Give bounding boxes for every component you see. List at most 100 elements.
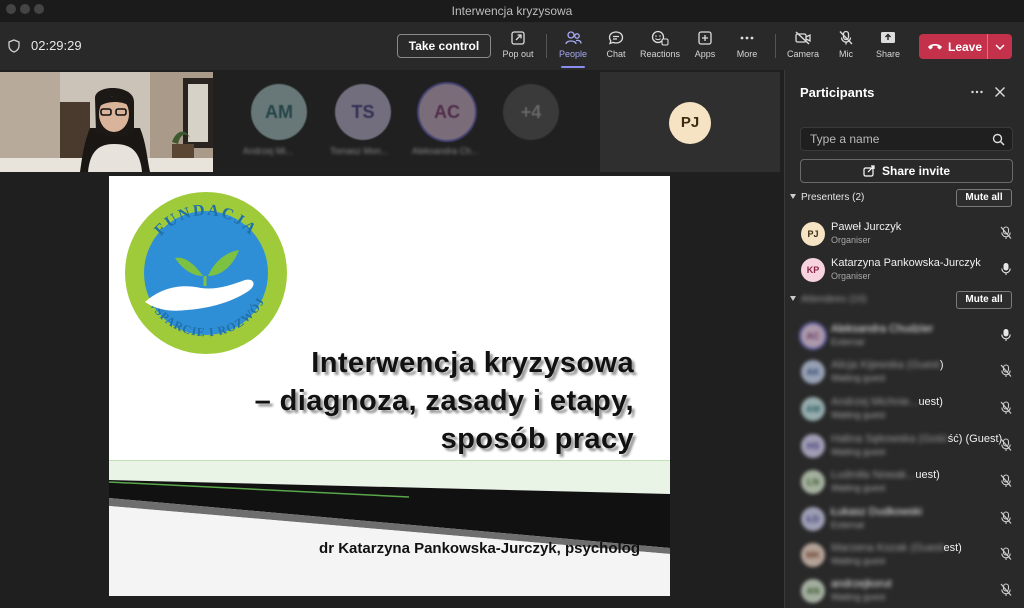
toolbar-divider — [775, 34, 776, 58]
share-button[interactable]: Share — [870, 28, 906, 68]
avatar: AC — [801, 324, 825, 348]
camera-button[interactable]: Camera — [783, 28, 823, 68]
pop-out-icon — [511, 31, 525, 45]
more-button[interactable]: More — [728, 28, 766, 68]
overflow-participants-avatar[interactable]: +4 — [503, 84, 559, 140]
participant-role: Waiting guest — [831, 373, 886, 383]
leave-button[interactable]: Leave — [919, 34, 987, 59]
mic-button[interactable]: Mic — [828, 28, 864, 68]
mic-off-icon — [1000, 364, 1012, 377]
camera-label: Camera — [786, 49, 819, 59]
participant-name: Halina Sękowska (Gośćść) (Guest) — [831, 433, 1002, 445]
apps-icon — [698, 31, 712, 45]
slide-author: dr Katarzyna Pankowska-Jurczyk, psycholo… — [319, 540, 640, 557]
search-icon — [992, 133, 1005, 146]
mic-off-icon — [1000, 474, 1012, 487]
window-title: Interwencja kryzysowa — [451, 4, 573, 18]
mic-off-icon — [1000, 226, 1012, 239]
people-label: People — [558, 49, 588, 59]
caret-down-icon — [790, 296, 796, 301]
participant-name-blurred: Halina Sękowska (Gość — [831, 433, 948, 445]
participant-row[interactable]: AK Alicja Kijewska (Guest) Waiting guest — [785, 354, 1024, 388]
participant-row[interactable]: AC Aleksandra Chudzier External — [785, 318, 1024, 352]
participant-row[interactable]: ŁD Łukasz Dudkowski External — [785, 501, 1024, 535]
people-icon — [565, 31, 582, 45]
more-options-icon[interactable] — [970, 85, 984, 99]
presenters-label: Presenters (2) — [801, 192, 865, 203]
share-invite-button[interactable]: Share invite — [800, 159, 1013, 183]
apps-label: Apps — [694, 49, 716, 59]
participant-name: Andrzej Mi... — [243, 146, 294, 156]
participant-row[interactable]: MK Marzena Kozak (Guestest) Waiting gues… — [785, 537, 1024, 571]
participant-role: Organiser — [831, 271, 871, 281]
participant-name-suffix: uest) — [918, 396, 943, 408]
apps-button[interactable]: Apps — [686, 28, 724, 68]
hang-up-icon — [928, 44, 942, 50]
share-screen-icon — [881, 32, 895, 43]
more-label: More — [736, 49, 758, 59]
slide-title-line: Interwencja kryzysowa — [311, 347, 634, 379]
participant-row[interactable]: AM Andrzej Michnie...uest) Waiting guest — [785, 391, 1024, 425]
mic-off-icon — [1000, 438, 1012, 451]
participant-tile-speaker[interactable]: PJ — [600, 72, 780, 172]
take-control-button[interactable]: Take control — [397, 34, 491, 58]
pop-out-button[interactable]: Pop out — [498, 28, 538, 68]
close-icon[interactable] — [994, 86, 1006, 98]
window-titlebar: Interwencja kryzysowa — [0, 0, 1024, 22]
participant-row[interactable]: AN andrzejkorut Waiting guest — [785, 573, 1024, 607]
chat-button[interactable]: Chat — [596, 28, 636, 68]
participant-name: Ludmiła Nowak...uest) — [831, 469, 940, 481]
participant-row[interactable]: KP Katarzyna Pankowska-Jurczyk Organiser — [785, 252, 1024, 286]
participant-name: Katarzyna Pankowska-Jurczyk — [831, 257, 981, 269]
shield-icon — [8, 39, 20, 53]
mic-on-icon — [1001, 263, 1011, 275]
participant-role: Waiting guest — [831, 556, 886, 566]
speaker-avatar: PJ — [669, 102, 711, 144]
slide-title-line: – diagnoza, zasady i etapy, — [254, 385, 634, 417]
share-invite-label: Share invite — [881, 164, 951, 178]
participant-video[interactable] — [0, 72, 213, 172]
participant-name-suffix: est) — [943, 542, 962, 554]
people-active-indicator — [561, 66, 585, 68]
shared-content-stage: FUNDACJA WSPARCIE I ROZWÓJ Interwencja k… — [0, 174, 784, 608]
avatar: AN — [801, 579, 825, 603]
presenters-section-toggle[interactable]: Presenters (2) — [790, 192, 864, 203]
participant-name: Andrzej Michnie...uest) — [831, 396, 943, 408]
participant-role: Waiting guest — [831, 410, 886, 420]
participant-avatar[interactable]: AC — [419, 84, 475, 140]
participant-name: Aleksandra Chudzier — [831, 323, 934, 335]
people-button[interactable]: People — [553, 28, 593, 68]
foundation-logo: FUNDACJA WSPARCIE I ROZWÓJ — [125, 192, 287, 354]
share-icon — [863, 165, 875, 177]
mute-all-presenters-button[interactable]: Mute all — [956, 189, 1012, 207]
avatar: AM — [801, 397, 825, 421]
chat-icon — [608, 31, 624, 45]
participant-row[interactable]: HS Halina Sękowska (Gośćść) (Guest) Wait… — [785, 428, 1024, 462]
participant-role: Organiser — [831, 235, 871, 245]
share-label: Share — [875, 49, 901, 59]
participant-name-suffix: uest) — [915, 469, 940, 481]
participant-name: Aleksandra Ch... — [412, 146, 479, 156]
attendees-section-toggle[interactable]: Attendees (10) — [790, 294, 867, 305]
mic-off-icon — [1000, 583, 1012, 596]
participant-avatar[interactable]: TS — [335, 84, 391, 140]
avatar: LN — [801, 470, 825, 494]
mic-off-icon — [839, 30, 853, 45]
slide-title: Interwencja kryzysowa – diagnoza, zasady… — [255, 344, 634, 458]
leave-label: Leave — [948, 40, 983, 54]
avatar: ŁD — [801, 507, 825, 531]
participant-name-suffix: ) — [939, 359, 944, 371]
participant-avatar[interactable]: AM — [251, 84, 307, 140]
participant-role: External — [831, 337, 865, 347]
participant-row[interactable]: PJ Paweł Jurczyk Organiser — [785, 216, 1024, 250]
participant-name-blurred: Ludmiła Nowak... — [831, 469, 916, 481]
participant-row[interactable]: LN Ludmiła Nowak...uest) Waiting guest — [785, 464, 1024, 498]
reactions-button[interactable]: Reactions — [638, 28, 682, 68]
mute-all-attendees-button[interactable]: Mute all — [956, 291, 1012, 309]
participant-search-input[interactable] — [800, 127, 1013, 151]
meeting-timer: 02:29:29 — [31, 38, 82, 53]
leave-options-button[interactable] — [988, 34, 1012, 59]
avatar: MK — [801, 543, 825, 567]
presentation-slide: FUNDACJA WSPARCIE I ROZWÓJ Interwencja k… — [109, 176, 670, 596]
chat-label: Chat — [606, 49, 626, 59]
